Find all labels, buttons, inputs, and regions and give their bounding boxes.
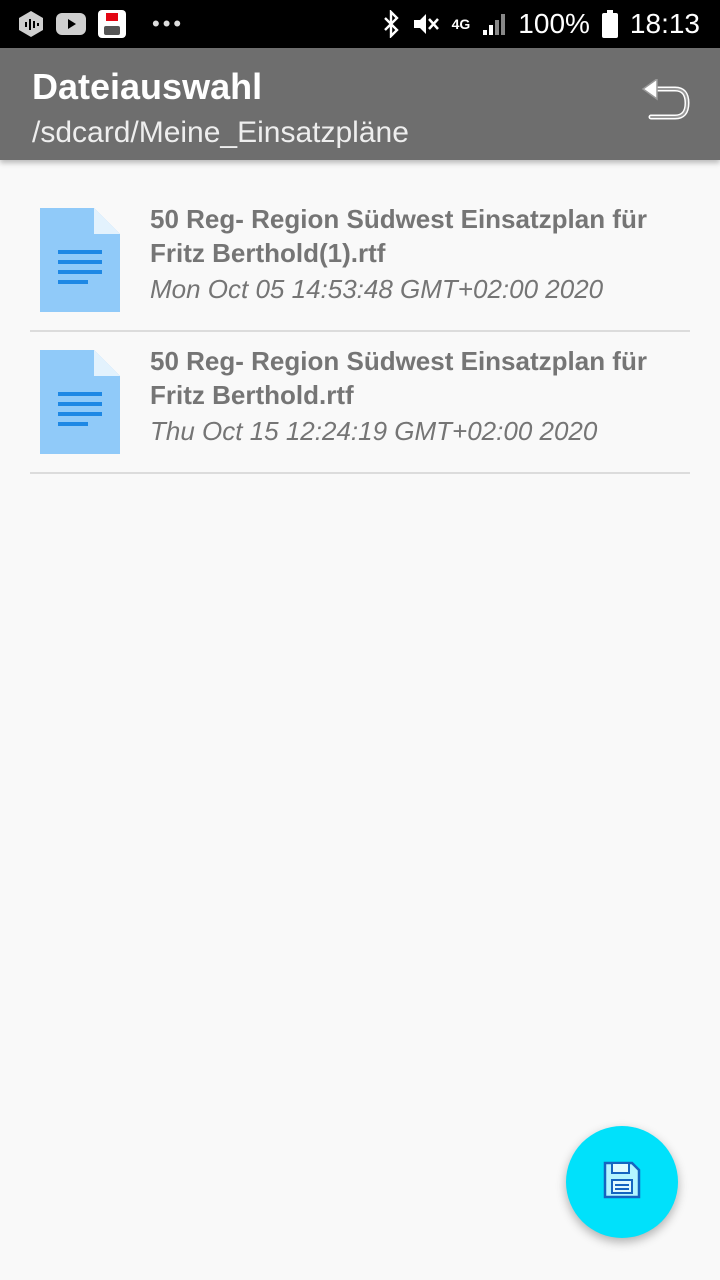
document-icon	[38, 206, 122, 314]
file-name: 50 Reg- Region Südwest Einsatzplan für F…	[150, 346, 647, 410]
save-floppy-icon	[602, 1160, 642, 1205]
file-list-item[interactable]: 50 Reg- Region Südwest Einsatzplan für F…	[30, 332, 690, 474]
more-notifications-dots: •••	[152, 11, 185, 36]
back-button[interactable]	[638, 77, 694, 128]
file-list: 50 Reg- Region Südwest Einsatzplan für F…	[30, 190, 690, 474]
db-app-icon	[98, 10, 126, 38]
status-bar-right: 4G 100% 18:13	[382, 8, 700, 40]
status-bar-left: •••	[18, 10, 184, 38]
youtube-icon	[56, 13, 86, 35]
undo-arrow-icon	[641, 77, 691, 128]
status-bar: ••• 4G 100% 18:13	[0, 0, 720, 48]
bluetooth-icon	[382, 10, 400, 38]
save-fab-button[interactable]	[566, 1126, 678, 1238]
app-hex-icon	[18, 10, 44, 38]
file-date: Thu Oct 15 12:24:19 GMT+02:00 2020	[150, 416, 598, 446]
battery-icon	[601, 10, 618, 38]
network-type-label: 4G	[451, 16, 471, 32]
page-title: Dateiauswahl	[32, 66, 263, 107]
document-icon	[38, 348, 122, 456]
file-name: 50 Reg- Region Südwest Einsatzplan für F…	[150, 204, 647, 268]
app-bar: Dateiauswahl /sdcard/Meine_Einsatzpläne	[0, 48, 720, 160]
battery-percent: 100%	[518, 8, 590, 39]
file-date: Mon Oct 05 14:53:48 GMT+02:00 2020	[150, 274, 604, 304]
file-list-item[interactable]: 50 Reg- Region Südwest Einsatzplan für F…	[30, 190, 690, 332]
clock: 18:13	[629, 8, 700, 39]
signal-icon	[482, 12, 506, 36]
mute-icon	[412, 11, 440, 37]
current-path: /sdcard/Meine_Einsatzpläne	[32, 116, 409, 149]
